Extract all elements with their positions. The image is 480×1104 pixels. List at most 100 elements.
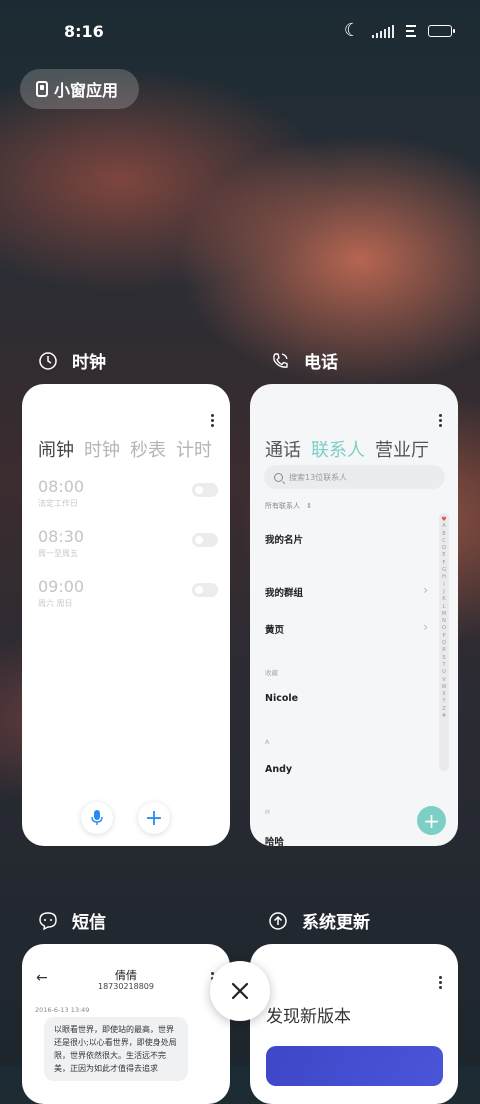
tab-calls[interactable]: 通话 (265, 436, 301, 462)
alarm-item[interactable]: 09:00 周六 周日 (38, 577, 218, 609)
alphabet-index-letter[interactable]: N (442, 618, 446, 625)
phone-app-card[interactable]: 通话 联系人 营业厅 搜索13位联系人 所有联系人 ⇕ 我的名片 我的群组 › … (250, 384, 458, 846)
sms-contact-number: 18730218809 (98, 982, 154, 991)
alphabet-index-letter[interactable]: Z (442, 706, 445, 713)
alphabet-index-letter[interactable]: E (442, 552, 445, 559)
contact-search-input[interactable]: 搜索13位联系人 (264, 465, 445, 489)
alphabet-index-letter[interactable]: T (442, 662, 445, 669)
update-app-card[interactable]: 发现新版本 (250, 944, 458, 1104)
search-icon (274, 472, 283, 482)
add-alarm-button[interactable]: + (138, 802, 170, 834)
alarm-time: 09:00 (38, 577, 85, 596)
contact-filter-label: 所有联系人 (265, 502, 300, 510)
alphabet-index-letter[interactable]: V (442, 677, 445, 684)
update-app-name: 系统更新 (302, 913, 370, 933)
alphabet-index-letter[interactable]: A (442, 523, 445, 530)
tab-stopwatch[interactable]: 秒表 (130, 436, 166, 462)
alphabet-index-letter[interactable]: Q (442, 640, 446, 647)
alphabet-index-letter[interactable]: G (442, 567, 446, 574)
microphone-icon (91, 810, 103, 825)
update-app-header[interactable]: 系统更新 (268, 908, 370, 933)
phone-more-icon[interactable] (439, 414, 442, 429)
my-card-row[interactable]: 我的名片 (265, 532, 303, 546)
alphabet-index-letter[interactable]: K (442, 596, 445, 603)
alphabet-index-letter[interactable]: D (442, 545, 446, 552)
sms-app-name: 短信 (72, 913, 106, 933)
alarm-item[interactable]: 08:00 法定工作日 (38, 477, 218, 509)
alphabet-index-letter[interactable]: Y (442, 698, 445, 705)
mini-window-label: 小窗应用 (54, 81, 119, 100)
plus-icon: + (423, 808, 440, 833)
alphabet-index-letter[interactable]: # (442, 713, 446, 720)
sms-app-card[interactable]: ← 倩倩 18730218809 2016-6-13 13:49 以眼看世界，即… (22, 944, 230, 1104)
contact-row[interactable]: 哈哈 (265, 834, 284, 846)
alarm-repeat: 周一至周五 (38, 549, 78, 558)
chevron-right-icon: › (423, 620, 428, 634)
alarm-item[interactable]: 08:30 周一至周五 (38, 527, 218, 559)
search-placeholder: 搜索13位联系人 (289, 472, 348, 482)
alarm-time: 08:30 (38, 527, 85, 546)
message-bubble[interactable]: 以眼看世界，即使站的最高，世界还是很小;以心看世界，即使身处局限，世界依然很大。… (44, 1017, 188, 1081)
alphabet-index-letter[interactable]: B (442, 531, 445, 538)
alphabet-index-letter[interactable]: ♥ (441, 516, 446, 523)
do-not-disturb-icon: ☾ (343, 20, 360, 41)
alphabet-index-letter[interactable]: M (442, 611, 446, 618)
update-title: 发现新版本 (266, 1007, 351, 1027)
update-more-icon[interactable] (439, 976, 442, 991)
alphabet-index-letter[interactable]: H (442, 574, 446, 581)
battery-icon (428, 25, 455, 37)
network-icon (406, 25, 416, 37)
alphabet-index[interactable]: ♥ A B C D E F G H I J K L M N O P Q R S T U V W X Y Z # (439, 513, 449, 771)
alphabet-index-letter[interactable]: F (443, 560, 446, 567)
clock-app-header[interactable]: 时钟 (38, 348, 106, 373)
alarm-repeat: 周六 周日 (38, 599, 73, 608)
alphabet-index-letter[interactable]: I (443, 582, 444, 589)
add-contact-button[interactable]: + (417, 806, 446, 835)
tab-contacts[interactable]: 联系人 (311, 436, 365, 462)
mini-window-button[interactable]: 小窗应用 (20, 69, 139, 109)
close-icon (231, 982, 249, 1000)
clock-more-icon[interactable] (211, 414, 214, 429)
alphabet-index-letter[interactable]: P (442, 633, 445, 640)
status-time: 8:16 (64, 22, 104, 41)
alarm-toggle[interactable] (192, 583, 218, 597)
alphabet-index-letter[interactable]: X (442, 691, 445, 698)
alarm-toggle[interactable] (192, 533, 218, 547)
voice-alarm-button[interactable] (81, 802, 113, 834)
contact-row[interactable]: Andy (265, 764, 292, 775)
tab-alarm[interactable]: 闹钟 (38, 436, 74, 462)
phone-app-header[interactable]: 电话 (270, 348, 338, 373)
update-icon (268, 911, 288, 931)
section-header: A (265, 738, 270, 746)
alphabet-index-letter[interactable]: L (443, 604, 446, 611)
contact-filter[interactable]: 所有联系人 ⇕ (265, 501, 312, 511)
alphabet-index-letter[interactable]: C (442, 538, 446, 545)
tab-timer[interactable]: 计时 (176, 436, 212, 462)
alphabet-index-letter[interactable]: J (443, 589, 444, 596)
signal-icon (372, 24, 394, 38)
chevron-right-icon: › (423, 583, 428, 597)
tab-service-hall[interactable]: 营业厅 (375, 436, 429, 462)
update-banner (266, 1046, 443, 1086)
status-bar: 8:16 ☾ (0, 0, 480, 60)
message-icon (38, 911, 58, 931)
tab-clock[interactable]: 时钟 (84, 436, 120, 462)
sms-app-header[interactable]: 短信 (38, 908, 106, 933)
clock-icon (38, 351, 58, 371)
alphabet-index-letter[interactable]: O (442, 625, 446, 632)
close-all-button[interactable] (210, 961, 270, 1021)
clock-app-card[interactable]: 闹钟 时钟 秒表 计时 08:00 法定工作日 08:30 周一至周五 09:0… (22, 384, 230, 846)
sms-contact-name: 倩倩 (115, 969, 137, 982)
phone-app-name: 电话 (304, 353, 338, 373)
alphabet-index-letter[interactable]: R (442, 647, 445, 654)
contact-row[interactable]: Nicole (265, 693, 298, 704)
alarm-toggle[interactable] (192, 483, 218, 497)
phone-tabs: 通话 联系人 营业厅 (265, 436, 429, 462)
yellow-pages-row[interactable]: 黄页 (265, 622, 284, 636)
alphabet-index-letter[interactable]: U (442, 669, 446, 676)
section-header: H (265, 808, 270, 816)
mini-window-icon (36, 81, 48, 97)
alphabet-index-letter[interactable]: S (442, 655, 445, 662)
my-groups-row[interactable]: 我的群组 (265, 585, 303, 599)
alphabet-index-letter[interactable]: W (442, 684, 447, 691)
